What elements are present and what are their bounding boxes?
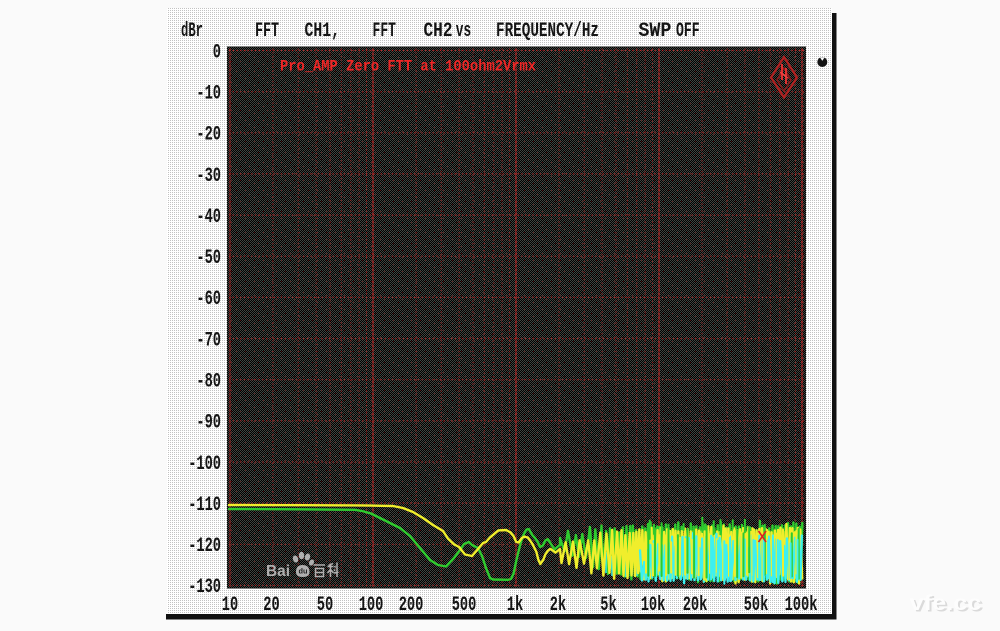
svg-text:-60: -60 xyxy=(196,288,221,311)
svg-text:-20: -20 xyxy=(196,124,221,147)
svg-text:50: 50 xyxy=(317,594,333,617)
svg-text:0: 0 xyxy=(213,41,221,64)
svg-text:10k: 10k xyxy=(641,594,666,617)
svg-text:dBr: dBr xyxy=(181,20,203,43)
svg-text:FREQUENCY/Hz: FREQUENCY/Hz xyxy=(496,20,599,43)
svg-text:-130: -130 xyxy=(188,576,221,599)
svg-text:FFT: FFT xyxy=(255,20,279,43)
svg-text:-30: -30 xyxy=(196,165,221,188)
svg-text:10: 10 xyxy=(222,594,238,617)
svg-text:CH2: CH2 xyxy=(424,20,453,43)
svg-text:-120: -120 xyxy=(188,535,221,558)
svg-text:200: 200 xyxy=(399,594,424,617)
svg-text:5k: 5k xyxy=(600,594,616,617)
svg-text:20k: 20k xyxy=(683,594,708,617)
svg-text:20: 20 xyxy=(263,594,279,617)
svg-text:vfe.cc: vfe.cc xyxy=(910,592,982,615)
svg-text:FFT: FFT xyxy=(373,20,397,43)
svg-text:100k: 100k xyxy=(785,594,818,617)
svg-text:500: 500 xyxy=(452,594,477,617)
svg-text:OFF: OFF xyxy=(676,20,700,43)
svg-text:50k: 50k xyxy=(744,594,769,617)
svg-text:vs: vs xyxy=(456,20,471,43)
svg-text:Bai: Bai xyxy=(266,563,290,580)
svg-text:SWP: SWP xyxy=(638,20,671,43)
svg-text:-50: -50 xyxy=(196,247,221,270)
svg-text:1k: 1k xyxy=(507,594,523,617)
svg-text:100: 100 xyxy=(359,594,384,617)
svg-text:-90: -90 xyxy=(196,412,221,435)
svg-text:-10: -10 xyxy=(196,83,221,106)
svg-text:-100: -100 xyxy=(188,453,221,476)
svg-text:-110: -110 xyxy=(188,494,221,517)
svg-text:-40: -40 xyxy=(196,206,221,229)
svg-text:CH1,: CH1, xyxy=(305,20,341,43)
svg-text:-70: -70 xyxy=(196,329,221,352)
svg-text:2k: 2k xyxy=(550,594,566,617)
svg-text:du: du xyxy=(299,567,308,576)
svg-text:-80: -80 xyxy=(196,371,221,394)
svg-text:Pro_AMP Zero FTT at 100ohm2Vrm: Pro_AMP Zero FTT at 100ohm2Vrmx xyxy=(280,58,536,76)
